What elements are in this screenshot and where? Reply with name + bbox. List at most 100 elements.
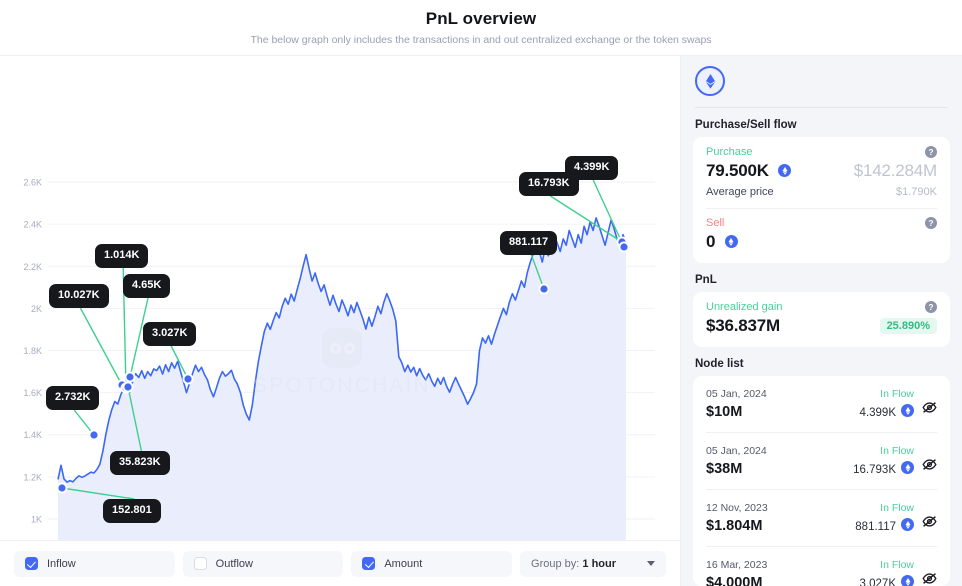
eye-off-icon[interactable] [922, 515, 937, 533]
chart-y-axis-labels: 2.6K2.4K2.2K2K1.8K1.6K1.4K1.2K1K [23, 178, 42, 525]
page-subtitle: The below graph only includes the transa… [250, 33, 711, 47]
pnl-help-icon[interactable]: ? [925, 301, 937, 313]
marker-dot[interactable] [620, 243, 627, 250]
eye-off-icon[interactable] [922, 458, 937, 476]
sell-help-icon[interactable]: ? [925, 217, 937, 229]
group-by-value: 1 hour [582, 558, 616, 570]
purchase-sell-heading: Purchase/Sell flow [681, 108, 962, 137]
ethereum-icon-small [725, 235, 738, 248]
node-amount: $1.804M [706, 517, 855, 535]
sell-label: Sell [706, 217, 724, 229]
marker-dot[interactable] [184, 375, 191, 382]
node-flow-direction: In Flow [860, 387, 914, 401]
purchase-help-icon[interactable]: ? [925, 146, 937, 158]
ethereum-glyph [704, 74, 717, 89]
purchase-usd-value: $142.284M [854, 161, 937, 181]
card-separator [706, 208, 937, 209]
ethereum-icon-small [901, 575, 914, 586]
node-left: 16 Mar, 2023 $4.000M [706, 558, 860, 586]
eye-off-icon[interactable] [922, 572, 937, 586]
chart-marker-label: 2.732K [46, 386, 99, 410]
node-right: In Flow 4.399K [860, 387, 914, 422]
outflow-label: Outflow [216, 558, 253, 570]
inflow-checkbox[interactable]: Inflow [14, 551, 175, 577]
sell-amount-group: 0 [706, 232, 738, 252]
node-list-item[interactable]: 16 Mar, 2023 $4.000MIn Flow3.027K [706, 546, 937, 586]
purchase-amount-group: 79.500K [706, 161, 791, 181]
sidebar-token-header [681, 56, 962, 96]
y-tick-label: 2.2K [23, 262, 42, 272]
y-tick-label: 1.8K [23, 346, 42, 356]
node-flow-direction: In Flow [853, 444, 914, 458]
chart-canvas[interactable]: 2.6K2.4K2.2K2K1.8K1.6K1.4K1.2K1K 1, 07:0… [0, 56, 680, 540]
marker-dot[interactable] [58, 484, 65, 491]
ethereum-icon-small [901, 518, 914, 531]
amount-label: Amount [384, 558, 422, 570]
pnl-percent-badge: 25.890% [880, 318, 937, 334]
node-amount: $4.000M [706, 574, 860, 586]
chart-marker-label: 152.801 [103, 499, 161, 523]
marker-leader-line [80, 308, 122, 385]
node-quantity: 16.793K [853, 461, 914, 479]
page-body: 2.6K2.4K2.2K2K1.8K1.6K1.4K1.2K1K 1, 07:0… [0, 56, 962, 586]
outflow-checkbox[interactable]: Outflow [183, 551, 344, 577]
purchase-label: Purchase [706, 146, 752, 158]
ethereum-icon-small [778, 164, 791, 177]
amount-checkbox-box[interactable] [362, 557, 375, 570]
chart-column: 2.6K2.4K2.2K2K1.8K1.6K1.4K1.2K1K 1, 07:0… [0, 56, 681, 586]
node-left: 05 Jan, 2024 $38M [706, 444, 853, 478]
pnl-card: Unrealized gain ? $36.837M 25.890% [693, 292, 950, 347]
ethereum-icon-small [901, 404, 914, 417]
node-quantity: 4.399K [860, 404, 914, 422]
node-left: 12 Nov, 2023 $1.804M [706, 501, 855, 535]
node-list-item[interactable]: 05 Jan, 2024$10MIn Flow 4.399K [706, 376, 937, 432]
y-tick-label: 2.4K [23, 220, 42, 230]
details-sidebar: Purchase/Sell flow Purchase ? 79.500K $1… [681, 56, 962, 586]
node-list-item[interactable]: 12 Nov, 2023 $1.804MIn Flow881.117 [706, 489, 937, 546]
node-right: In Flow881.117 [855, 501, 914, 536]
node-date: 16 Mar, 2023 [706, 558, 860, 572]
y-tick-label: 1.2K [23, 472, 42, 482]
inflow-label: Inflow [47, 558, 76, 570]
chevron-down-icon[interactable] [647, 561, 655, 566]
node-left: 05 Jan, 2024$10M [706, 387, 860, 421]
chart-marker-label: 35.823K [110, 451, 170, 475]
chart-marker-label: 10.027K [49, 284, 109, 308]
ethereum-icon[interactable] [695, 66, 725, 96]
node-date: 05 Jan, 2024 [706, 444, 853, 458]
unrealized-gain-label: Unrealized gain [706, 301, 782, 313]
chart-marker-label: 4.399K [565, 156, 618, 180]
node-quantity: 3.027K [860, 575, 914, 586]
page-title: PnL overview [426, 8, 537, 30]
node-date: 12 Nov, 2023 [706, 501, 855, 515]
marker-dot[interactable] [90, 431, 97, 438]
outflow-checkbox-box[interactable] [194, 557, 207, 570]
eye-off-icon[interactable] [922, 401, 937, 419]
marker-dot[interactable] [126, 373, 133, 380]
node-list-item[interactable]: 05 Jan, 2024 $38MIn Flow 16.793K [706, 432, 937, 489]
chart-marker-label: 881.117 [500, 231, 557, 255]
node-list[interactable]: 05 Jan, 2024$10MIn Flow4.399K05 Jan, 202… [693, 376, 950, 586]
chart-marker-label: 4.65K [123, 274, 170, 298]
group-by-dropdown[interactable]: Group by: 1 hour [520, 551, 666, 577]
node-right: In Flow3.027K [860, 558, 914, 586]
amount-checkbox[interactable]: Amount [351, 551, 512, 577]
sell-amount: 0 [706, 232, 715, 251]
pnl-overview-page: PnL overview The below graph only includ… [0, 0, 962, 586]
marker-dot[interactable] [540, 285, 547, 292]
marker-dot[interactable] [124, 383, 131, 390]
node-amount: $38M [706, 460, 853, 478]
chart-controls-bar: Inflow Outflow Amount Group by: 1 hour [0, 540, 680, 586]
inflow-checkbox-box[interactable] [25, 557, 38, 570]
purchase-amount: 79.500K [706, 161, 769, 180]
y-tick-label: 2.6K [23, 178, 42, 188]
node-date: 05 Jan, 2024 [706, 387, 860, 401]
ethereum-icon-small [901, 461, 914, 474]
y-tick-label: 2K [31, 304, 42, 314]
unrealized-gain-value: $36.837M [706, 316, 780, 336]
y-tick-label: 1.4K [23, 430, 42, 440]
group-by-prefix: Group by: [531, 558, 579, 570]
chart-marker-label: 3.027K [143, 322, 196, 346]
page-header: PnL overview The below graph only includ… [0, 0, 962, 56]
node-quantity: 881.117 [855, 518, 914, 536]
